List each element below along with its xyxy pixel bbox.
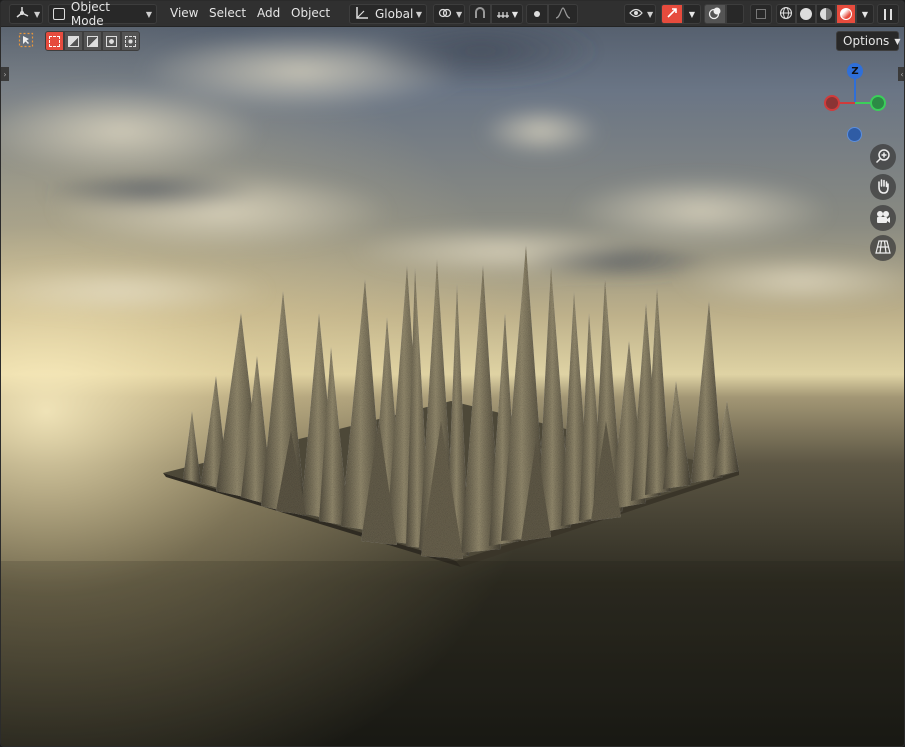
select-subtract-icon <box>87 35 98 47</box>
editor-type-dropdown[interactable]: ▼ <box>9 4 43 24</box>
overlay-icon <box>708 6 722 23</box>
object-visibility-dropdown[interactable]: ▼ <box>624 4 656 24</box>
gizmo-group: ▼ <box>661 4 701 24</box>
gizmo-z-axis[interactable]: Z <box>847 63 863 79</box>
shading-dropdown[interactable]: ▼ <box>856 4 874 24</box>
chevron-down-icon: ▼ <box>34 9 41 19</box>
camera-view-button[interactable] <box>870 205 896 231</box>
overlay-dropdown[interactable] <box>726 4 744 24</box>
solid-sphere-icon <box>800 8 812 20</box>
select-extend-icon <box>68 35 79 47</box>
3d-viewport[interactable]: ▼ Object Mode ▼ View Select Add Object G… <box>0 0 905 747</box>
options-label: Options <box>843 34 890 48</box>
select-intersect-icon <box>125 35 136 47</box>
xray-toggle[interactable] <box>750 4 772 24</box>
select-cursor-icon <box>18 32 34 51</box>
rendered-scene[interactable] <box>1 1 905 747</box>
eye-icon <box>629 7 643 22</box>
mode-dropdown[interactable]: Object Mode ▼ <box>48 1 157 28</box>
gizmo-toggle[interactable] <box>661 4 683 24</box>
gizmo-neg-z-axis[interactable] <box>847 127 862 142</box>
shading-group: ▼ <box>776 4 874 24</box>
menu-object[interactable]: Object <box>291 6 330 20</box>
chevron-down-icon: ▼ <box>511 9 519 19</box>
ortho-grid-icon <box>875 239 891 258</box>
proportional-edit-icon <box>534 11 540 17</box>
zoom-button[interactable] <box>870 144 896 170</box>
active-tool-button[interactable] <box>16 31 36 51</box>
mode-label: Object Mode <box>70 0 110 28</box>
chevron-down-icon: ▼ <box>647 9 654 19</box>
menu-select[interactable]: Select <box>209 6 246 20</box>
shading-material-preview[interactable] <box>816 4 836 24</box>
transform-orientation-dropdown[interactable]: Global ▼ <box>349 4 427 24</box>
menu-view[interactable]: View <box>170 6 198 20</box>
chevron-down-icon: ▼ <box>415 9 422 19</box>
ortho-toggle-button[interactable] <box>870 235 896 261</box>
proportional-edit-group <box>526 4 578 24</box>
view3d-icon <box>14 6 30 23</box>
shading-wireframe[interactable] <box>776 4 796 24</box>
select-mode-new[interactable] <box>45 31 64 51</box>
chevron-down-icon: ▼ <box>688 9 696 19</box>
shading-solid[interactable] <box>796 4 816 24</box>
select-mode-intersect[interactable] <box>121 31 140 51</box>
snap-magnet-icon <box>473 6 487 23</box>
proportional-falloff-dropdown[interactable] <box>548 4 578 24</box>
snap-toggle[interactable] <box>469 4 491 24</box>
pan-button[interactable] <box>870 174 896 200</box>
sidebar-expand-arrow[interactable]: ‹ <box>898 67 904 81</box>
pivot-icon <box>438 7 452 22</box>
orientation-axes-icon <box>354 6 370 23</box>
shading-rendered[interactable] <box>836 4 856 24</box>
select-invert-icon <box>106 35 117 47</box>
chevron-down-icon: ▼ <box>894 36 901 46</box>
snap-target-dropdown[interactable]: ▼ <box>491 4 523 24</box>
camera-icon <box>875 209 891 228</box>
gizmo-y-axis[interactable] <box>870 95 886 111</box>
falloff-curve-icon <box>555 6 571 22</box>
select-mode-extend[interactable] <box>64 31 83 51</box>
snap-group: ▼ <box>469 4 523 24</box>
xray-icon <box>756 9 766 19</box>
sidebar-toggle[interactable] <box>877 4 899 24</box>
navigation-gizmo[interactable]: Z <box>821 61 891 146</box>
select-mode-group <box>45 31 140 51</box>
gizmo-z-label: Z <box>851 65 859 77</box>
rendered-sphere-icon <box>840 8 852 20</box>
object-mode-icon <box>53 8 65 20</box>
gizmo-x-axis[interactable] <box>824 95 840 111</box>
toolbar-expand-arrow[interactable]: › <box>1 67 9 81</box>
options-dropdown[interactable]: Options ▼ <box>836 31 901 51</box>
chevron-down-icon: ▼ <box>145 9 152 19</box>
chevron-down-icon: ▼ <box>861 9 869 19</box>
proportional-edit-toggle[interactable] <box>526 4 548 24</box>
orientation-label: Global <box>375 7 414 21</box>
menu-add[interactable]: Add <box>257 6 280 20</box>
viewport-header: ▼ Object Mode ▼ View Select Add Object G… <box>1 1 904 28</box>
select-mode-invert[interactable] <box>102 31 121 51</box>
pan-hand-icon <box>875 178 891 197</box>
overlay-toggle[interactable] <box>704 4 726 24</box>
overlay-group <box>704 4 744 24</box>
wireframe-sphere-icon <box>779 6 793 23</box>
select-mode-subtract[interactable] <box>83 31 102 51</box>
pivot-point-dropdown[interactable]: ▼ <box>433 4 465 24</box>
snap-increment-icon <box>496 7 510 22</box>
select-new-icon <box>49 35 60 47</box>
gizmo-dropdown[interactable]: ▼ <box>683 4 701 24</box>
gizmo-icon <box>665 6 679 23</box>
chevron-down-icon: ▼ <box>456 9 463 19</box>
pause-icon <box>884 8 892 20</box>
material-sphere-icon <box>820 8 832 20</box>
zoom-icon <box>875 148 891 167</box>
